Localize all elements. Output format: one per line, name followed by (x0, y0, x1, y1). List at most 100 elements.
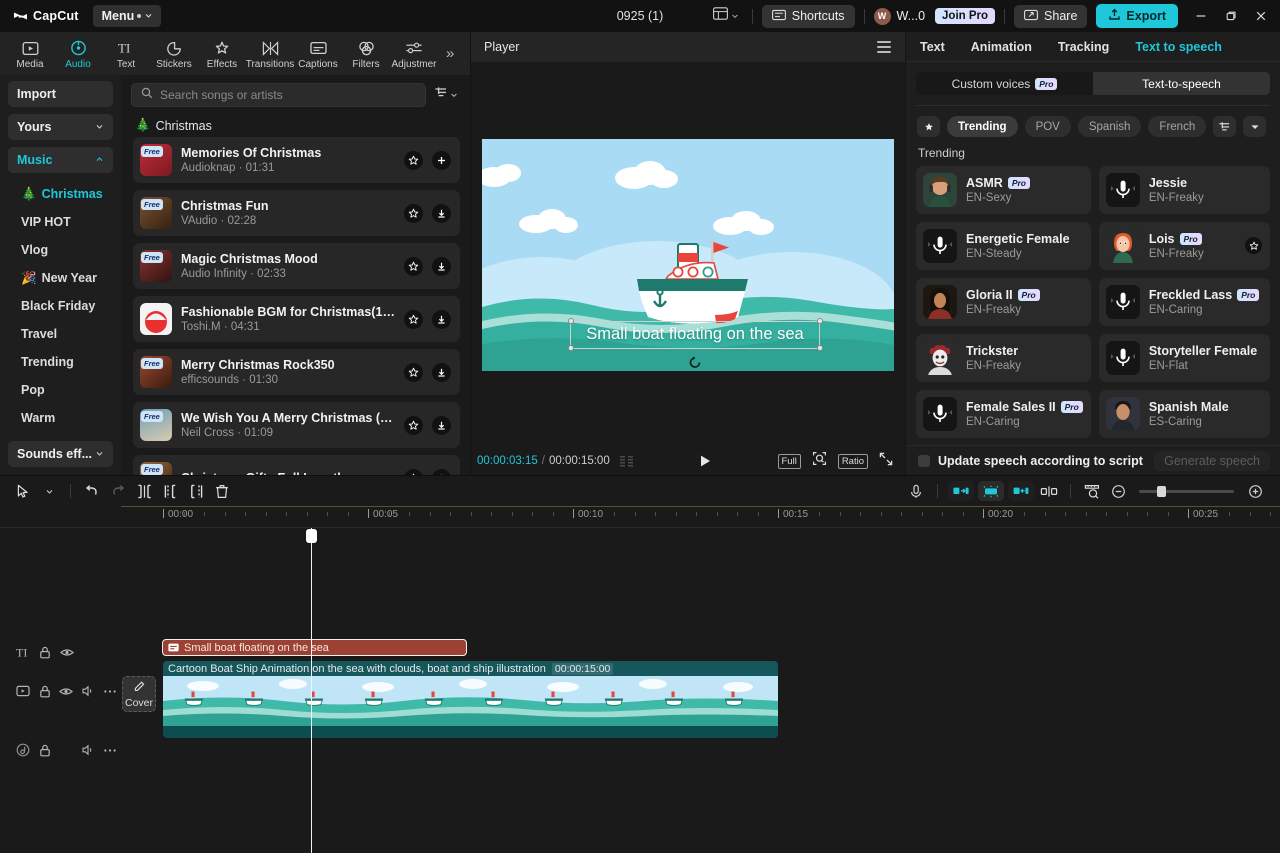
minimize-button[interactable] (1186, 1, 1216, 31)
resize-handle-tl[interactable] (568, 318, 574, 324)
sidebar-item-christmas[interactable]: 🎄 Christmas (8, 180, 113, 208)
segment-text-to-speech[interactable]: Text-to-speech (1093, 72, 1270, 95)
list-item[interactable]: Free Christmas Gifts Full Length (133, 455, 460, 475)
sidebar-item-yours[interactable]: Yours (8, 114, 113, 140)
keyframe-icon[interactable] (620, 456, 633, 467)
update-speech-checkbox[interactable] (918, 455, 930, 467)
cover-button[interactable]: Cover (122, 676, 156, 712)
more-options-icon[interactable] (99, 748, 121, 753)
redo-button[interactable] (105, 480, 131, 502)
lock-icon[interactable] (34, 744, 56, 757)
zoom-out-button[interactable] (1105, 480, 1131, 502)
sidebar-item-pop[interactable]: Pop (8, 376, 113, 404)
zoom-slider[interactable] (1139, 490, 1234, 493)
voice-card[interactable]: Energetic Female EN-Steady (916, 222, 1091, 270)
export-button[interactable]: Export (1096, 4, 1178, 28)
zoom-slider-handle[interactable] (1157, 486, 1166, 497)
voice-card[interactable]: Spanish Male ES-Caring (1099, 390, 1270, 438)
chip-pov[interactable]: POV (1025, 116, 1071, 137)
tab-audio[interactable]: Audio (54, 38, 102, 70)
tab-media[interactable]: Media (6, 38, 54, 70)
mute-icon[interactable] (77, 685, 99, 697)
mirror-button[interactable] (1036, 480, 1062, 502)
more-options-icon[interactable] (99, 689, 121, 694)
tab-captions[interactable]: Captions (294, 38, 342, 70)
chip-french[interactable]: French (1148, 116, 1206, 137)
tab-animation[interactable]: Animation (971, 40, 1032, 54)
fit-timeline-button[interactable] (1079, 480, 1105, 502)
download-button[interactable] (432, 310, 451, 329)
list-item[interactable]: Fashionable BGM for Christmas(1238227) T… (133, 296, 460, 342)
more-tabs-button[interactable]: » (442, 45, 458, 62)
zoom-in-button[interactable] (1242, 480, 1268, 502)
share-button[interactable]: Share (1014, 5, 1087, 28)
favorite-button[interactable] (404, 363, 423, 382)
rotate-handle-icon[interactable] (688, 355, 703, 370)
voice-card[interactable]: Gloria IIPro EN-Freaky (916, 278, 1091, 326)
tab-stickers[interactable]: Stickers (150, 38, 198, 70)
download-button[interactable] (432, 204, 451, 223)
tab-adjustment[interactable]: Adjustmer (390, 38, 438, 70)
delete-button[interactable] (209, 480, 235, 502)
tab-filters[interactable]: Filters (342, 38, 390, 70)
favorite-button[interactable] (404, 204, 423, 223)
split-button[interactable] (131, 480, 157, 502)
record-voiceover-button[interactable] (903, 480, 929, 502)
trim-left-button[interactable] (157, 480, 183, 502)
resize-handle-br[interactable] (817, 345, 823, 351)
tab-text[interactable]: Text (920, 40, 945, 54)
mute-icon[interactable] (77, 744, 99, 756)
sidebar-item-vip-hot[interactable]: VIP HOT (8, 208, 113, 236)
menu-button[interactable]: Menu (93, 5, 162, 27)
voice-card[interactable]: ASMRPro EN-Sexy (916, 166, 1091, 214)
join-pro-button[interactable]: Join Pro (935, 8, 995, 24)
voice-filter-button[interactable] (1213, 116, 1236, 137)
playhead-handle[interactable] (306, 529, 317, 543)
sidebar-item-warm[interactable]: Warm (8, 404, 113, 432)
auto-reframe-button[interactable] (1008, 481, 1034, 501)
voice-card[interactable]: Freckled LassPro EN-Caring (1099, 278, 1270, 326)
timeline-clip-text[interactable]: Small boat floating on the sea (162, 639, 467, 656)
segment-custom-voices[interactable]: Custom voices Pro (916, 72, 1093, 95)
maximize-button[interactable] (1216, 1, 1246, 31)
generate-speech-button[interactable]: Generate speech (1154, 451, 1270, 471)
resize-handle-bl[interactable] (568, 345, 574, 351)
tab-text-to-speech[interactable]: Text to speech (1135, 40, 1222, 54)
list-item[interactable]: Free Magic Christmas Mood Audio Infinity… (133, 243, 460, 289)
account-area[interactable]: W W...0 Join Pro (874, 8, 996, 25)
lock-icon[interactable] (34, 646, 56, 659)
list-item[interactable]: Free Memories Of Christmas Audioknap · 0… (133, 137, 460, 183)
sidebar-item-music[interactable]: Music (8, 147, 113, 173)
sidebar-item-new-year[interactable]: 🎉 New Year (8, 264, 113, 292)
expand-filters-button[interactable] (1243, 116, 1266, 137)
timeline-ruler[interactable]: 00:0000:0500:1000:1500:2000:25 (0, 506, 1280, 528)
full-quality-button[interactable]: Full (778, 454, 801, 469)
sort-filter-button[interactable] (432, 84, 460, 106)
zoom-fit-icon[interactable] (812, 451, 827, 471)
select-tool-button[interactable] (10, 480, 36, 502)
sidebar-item-sound-effects[interactable]: Sounds eff... (8, 441, 113, 467)
search-input[interactable] (160, 88, 416, 102)
trim-right-button[interactable] (183, 480, 209, 502)
visibility-icon[interactable] (56, 647, 78, 658)
list-item[interactable]: Free Christmas Fun VAudio · 02:28 (133, 190, 460, 236)
search-input-wrap[interactable] (131, 83, 426, 107)
favorites-filter-button[interactable] (917, 116, 940, 137)
resize-handle-tr[interactable] (817, 318, 823, 324)
close-button[interactable] (1246, 1, 1276, 31)
voice-card[interactable]: Jessie EN-Freaky (1099, 166, 1270, 214)
lock-icon[interactable] (34, 685, 56, 698)
download-button[interactable] (432, 257, 451, 276)
tab-transitions[interactable]: Transitions (246, 38, 294, 70)
shortcuts-button[interactable]: Shortcuts (762, 5, 855, 28)
favorite-button[interactable] (404, 416, 423, 435)
tab-tracking[interactable]: Tracking (1058, 40, 1109, 54)
ratio-button[interactable]: Ratio (838, 454, 868, 469)
player-menu-button[interactable] (877, 41, 891, 53)
list-item[interactable]: Free We Wish You A Merry Christmas (Voca… (133, 402, 460, 448)
download-button[interactable] (432, 416, 451, 435)
sidebar-item-black-friday[interactable]: Black Friday (8, 292, 113, 320)
favorite-button[interactable] (404, 151, 423, 170)
select-tool-dropdown[interactable] (36, 480, 62, 502)
add-button[interactable] (432, 151, 451, 170)
